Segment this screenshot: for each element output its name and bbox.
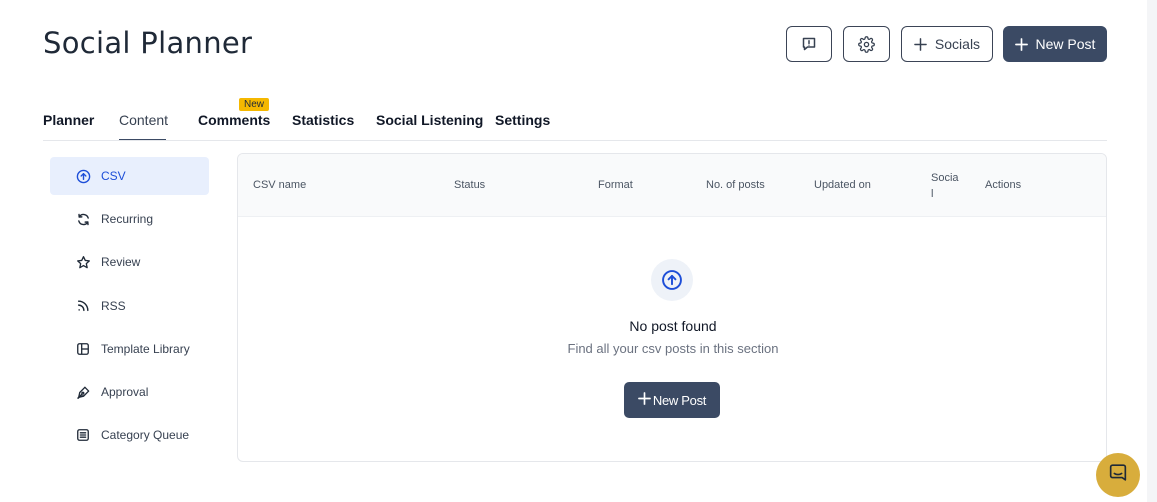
sidebar-item-rss[interactable]: RSS: [50, 287, 209, 325]
app-root: Social Planner Socials New Post New Plan…: [0, 0, 1157, 502]
sidebar-item-label: RSS: [101, 299, 126, 313]
page-title: Social Planner: [43, 26, 253, 60]
upload-circle-icon: [75, 168, 91, 184]
sidebar-item-label: Recurring: [101, 212, 154, 226]
sidebar-item-label: Template Library: [101, 342, 190, 356]
feedback-button[interactable]: [786, 26, 832, 62]
message-alert-icon: [801, 36, 817, 52]
chat-widget-button[interactable]: [1096, 453, 1140, 497]
sidebar-item-label: CSV: [101, 169, 126, 183]
column-header-csv-name[interactable]: CSV name: [253, 179, 306, 191]
empty-state-title: No post found: [629, 318, 717, 334]
layout-icon: [75, 341, 91, 357]
gear-icon: [858, 35, 875, 53]
sidebar-item-template-library[interactable]: Template Library: [50, 330, 209, 368]
star-icon: [75, 254, 91, 270]
column-header-no-of-posts[interactable]: No. of posts: [706, 179, 765, 191]
csv-table-panel: CSV name Status Format No. of posts Upda…: [237, 153, 1107, 462]
new-post-label: New Post: [652, 392, 707, 408]
sidebar-item-label: Approval: [101, 385, 149, 399]
upload-circle-icon: [651, 259, 693, 301]
empty-state-new-post-button[interactable]: New Post: [624, 382, 720, 418]
tab-planner[interactable]: Planner: [43, 112, 94, 128]
socials-label: Socials: [934, 36, 981, 52]
new-badge: New: [239, 98, 270, 111]
plus-icon: [914, 37, 927, 51]
sidebar-item-label: Category Queue: [101, 428, 190, 442]
new-post-button[interactable]: New Post: [1003, 26, 1107, 62]
new-post-label: New Post: [1035, 36, 1096, 52]
tab-settings[interactable]: Settings: [495, 112, 550, 128]
pen-icon: [75, 384, 91, 400]
plus-icon: [1014, 37, 1028, 51]
sidebar-item-category-queue[interactable]: Category Queue: [50, 416, 209, 454]
tabs-divider: [43, 140, 1107, 141]
sidebar-item-approval[interactable]: Approval: [50, 373, 209, 411]
tab-social-listening[interactable]: Social Listening: [376, 112, 483, 128]
settings-button[interactable]: [843, 26, 890, 62]
sidebar-item-label: Review: [101, 255, 141, 269]
column-header-social[interactable]: Social: [931, 170, 959, 202]
plus-icon: [637, 392, 651, 408]
column-header-actions[interactable]: Actions: [985, 179, 1021, 191]
tab-statistics[interactable]: Statistics: [292, 112, 354, 128]
sidebar-item-recurring[interactable]: Recurring: [50, 200, 209, 238]
empty-state-subtitle: Find all your csv posts in this section: [567, 341, 779, 356]
add-socials-button[interactable]: Socials: [901, 26, 993, 62]
table-header: CSV name Status Format No. of posts Upda…: [238, 154, 1106, 217]
column-header-status[interactable]: Status: [454, 179, 485, 191]
chat-icon: [1107, 462, 1129, 489]
tab-content[interactable]: Content: [119, 112, 168, 128]
column-header-format[interactable]: Format: [598, 179, 633, 191]
sidebar-item-review[interactable]: Review: [50, 243, 209, 281]
sidebar-item-csv[interactable]: CSV: [50, 157, 209, 195]
scroll-gutter: [1147, 0, 1157, 502]
list-icon: [75, 427, 91, 443]
refresh-icon: [75, 211, 91, 227]
rss-icon: [75, 298, 91, 314]
tab-comments[interactable]: Comments: [198, 112, 270, 128]
column-header-updated-on[interactable]: Updated on: [814, 179, 871, 191]
